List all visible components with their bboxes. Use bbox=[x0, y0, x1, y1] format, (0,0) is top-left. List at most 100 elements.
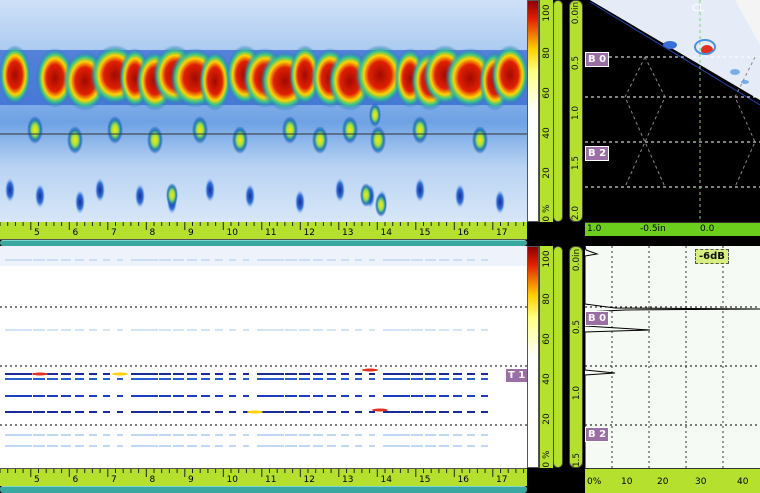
gain-indicator[interactable]: -6dB bbox=[695, 249, 729, 264]
ascan-marker-b2[interactable]: B 2 bbox=[585, 427, 610, 442]
bscan-indication bbox=[372, 408, 388, 412]
cscan-indication bbox=[199, 51, 231, 111]
ascan-marker-b0[interactable]: B 0 bbox=[585, 311, 610, 326]
ruler-tick-label: 15 bbox=[419, 475, 431, 485]
cscan-indication bbox=[232, 126, 248, 154]
scale-label: 60 bbox=[542, 87, 552, 99]
ruler-tick-label: 6 bbox=[72, 475, 79, 485]
cscan-indication bbox=[75, 190, 85, 214]
scale-label: 0.0in bbox=[571, 1, 581, 25]
cscan-indication bbox=[360, 183, 372, 207]
axis-label: -0.5in bbox=[640, 224, 666, 234]
bottom-bscan-image bbox=[0, 246, 527, 468]
axis-label: 0% bbox=[587, 477, 602, 487]
ruler-tick-label: 9 bbox=[188, 475, 194, 485]
bottom-bscan-panel[interactable] bbox=[0, 246, 527, 468]
top-gate-strip[interactable] bbox=[553, 0, 563, 222]
cscan-indication bbox=[375, 193, 387, 217]
cscan-indication bbox=[107, 116, 123, 144]
top-cscan-panel[interactable] bbox=[0, 0, 527, 222]
ruler-tick-label: 14 bbox=[380, 475, 392, 485]
scale-label: 100 bbox=[542, 4, 552, 22]
ruler-tick-label: 11 bbox=[265, 475, 277, 485]
cscan-indication bbox=[342, 116, 358, 144]
ruler-tick-label: 13 bbox=[342, 475, 354, 485]
cscan-indication bbox=[67, 126, 83, 154]
scale-label: 0.5 bbox=[572, 319, 582, 334]
t1-cursor-marker[interactable]: T 1 bbox=[505, 368, 529, 383]
cscan-indication bbox=[412, 116, 428, 144]
ruler-tick-label: 8 bbox=[149, 475, 156, 485]
cscan-indication bbox=[5, 178, 15, 202]
sector-depth-scale: 0.0in 0.5 1.0 1.5 2.0 bbox=[569, 0, 583, 222]
bottom-scan-ruler: 5 6 7 8 9 10 11 12 13 14 15 16 17 bbox=[0, 468, 527, 486]
scale-label: 80 bbox=[542, 47, 552, 59]
ruler-tick-label: 14 bbox=[380, 228, 392, 238]
scale-label: 60 bbox=[542, 333, 552, 345]
bscan-indication bbox=[32, 372, 48, 376]
scale-label: 0.5 bbox=[571, 55, 581, 71]
bottom-color-palette[interactable] bbox=[527, 246, 539, 468]
ruler-tick-label: 11 bbox=[265, 228, 277, 238]
cscan-indication bbox=[35, 184, 45, 208]
axis-label: 1.0 bbox=[587, 224, 602, 234]
cscan-indication bbox=[282, 116, 298, 144]
axis-label: 30 bbox=[695, 477, 707, 487]
ruler-tick-label: 10 bbox=[226, 475, 238, 485]
top-cscan-image bbox=[0, 0, 527, 222]
sector-marker-b0[interactable]: B 0 bbox=[585, 52, 610, 67]
scale-label: 20 bbox=[542, 167, 552, 179]
ascan-panel[interactable]: -6dB bbox=[585, 246, 760, 468]
scale-label: 80 bbox=[542, 293, 552, 305]
ruler-tick-label: 8 bbox=[149, 228, 156, 238]
ruler-tick-label: 7 bbox=[111, 228, 117, 238]
scale-label: 100 bbox=[542, 250, 552, 268]
cl-label: CL bbox=[692, 3, 705, 14]
scale-label: 20 bbox=[542, 413, 552, 425]
axis-label: 20 bbox=[657, 477, 669, 487]
axis-label: 10 bbox=[621, 477, 633, 487]
ruler-tick-label: 16 bbox=[457, 228, 469, 238]
scale-label: 1.5 bbox=[571, 155, 581, 171]
cscan-indication bbox=[495, 190, 505, 214]
top-scan-ruler: 5 6 7 8 9 10 11 12 13 14 15 16 17 bbox=[0, 222, 527, 240]
sector-marker-b2[interactable]: B 2 bbox=[585, 146, 610, 161]
top-color-palette[interactable] bbox=[527, 0, 539, 222]
cscan-indication bbox=[369, 103, 381, 127]
ruler-tick-label: 10 bbox=[226, 228, 238, 238]
scale-label: 2.0 bbox=[571, 205, 581, 221]
ruler-tick-label: 13 bbox=[342, 228, 354, 238]
sector-view-panel[interactable]: CL bbox=[585, 0, 760, 222]
scale-label: 0 % bbox=[542, 204, 552, 222]
scale-label: 1.5 bbox=[572, 452, 582, 468]
ruler-tick-label: 9 bbox=[188, 228, 194, 238]
ruler-tick-label: 12 bbox=[303, 228, 315, 238]
bottom-scroll-bar[interactable] bbox=[0, 486, 527, 493]
axis-label: 0.0 bbox=[700, 224, 715, 234]
cscan-indication bbox=[95, 178, 105, 202]
cscan-indication bbox=[147, 126, 163, 154]
sector-x-ruler: 1.0 -0.5in 0.0 bbox=[585, 222, 760, 236]
bottom-gate-strip[interactable] bbox=[553, 246, 563, 468]
bottom-depth-strip[interactable]: 0.0in 0.5 1.0 1.5 bbox=[569, 246, 583, 468]
ruler-tick-label: 15 bbox=[419, 228, 431, 238]
bscan-indication bbox=[247, 410, 263, 414]
cscan-indication bbox=[205, 178, 215, 202]
scale-label: 1.0 bbox=[571, 105, 581, 121]
bscan-indication bbox=[112, 372, 128, 376]
cscan-indication bbox=[27, 116, 43, 144]
ruler-tick-label: 17 bbox=[496, 228, 508, 238]
ruler-tick-label: 17 bbox=[496, 475, 508, 485]
top-palette-scale: 0 % 20 40 60 80 100 bbox=[539, 0, 553, 222]
scale-label: 0 % bbox=[542, 450, 552, 468]
cscan-indication bbox=[192, 116, 208, 144]
cscan-indication bbox=[415, 178, 425, 202]
axis-label: 40 bbox=[737, 477, 749, 487]
cscan-indication bbox=[455, 184, 465, 208]
cscan-indication bbox=[135, 184, 145, 208]
cscan-indication bbox=[245, 184, 255, 208]
ascan-waveform bbox=[585, 246, 760, 468]
scale-label: 0.0in bbox=[572, 248, 582, 272]
ascan-x-ruler: 0% 10 20 30 40 bbox=[585, 468, 760, 493]
ruler-tick-label: 12 bbox=[303, 475, 315, 485]
